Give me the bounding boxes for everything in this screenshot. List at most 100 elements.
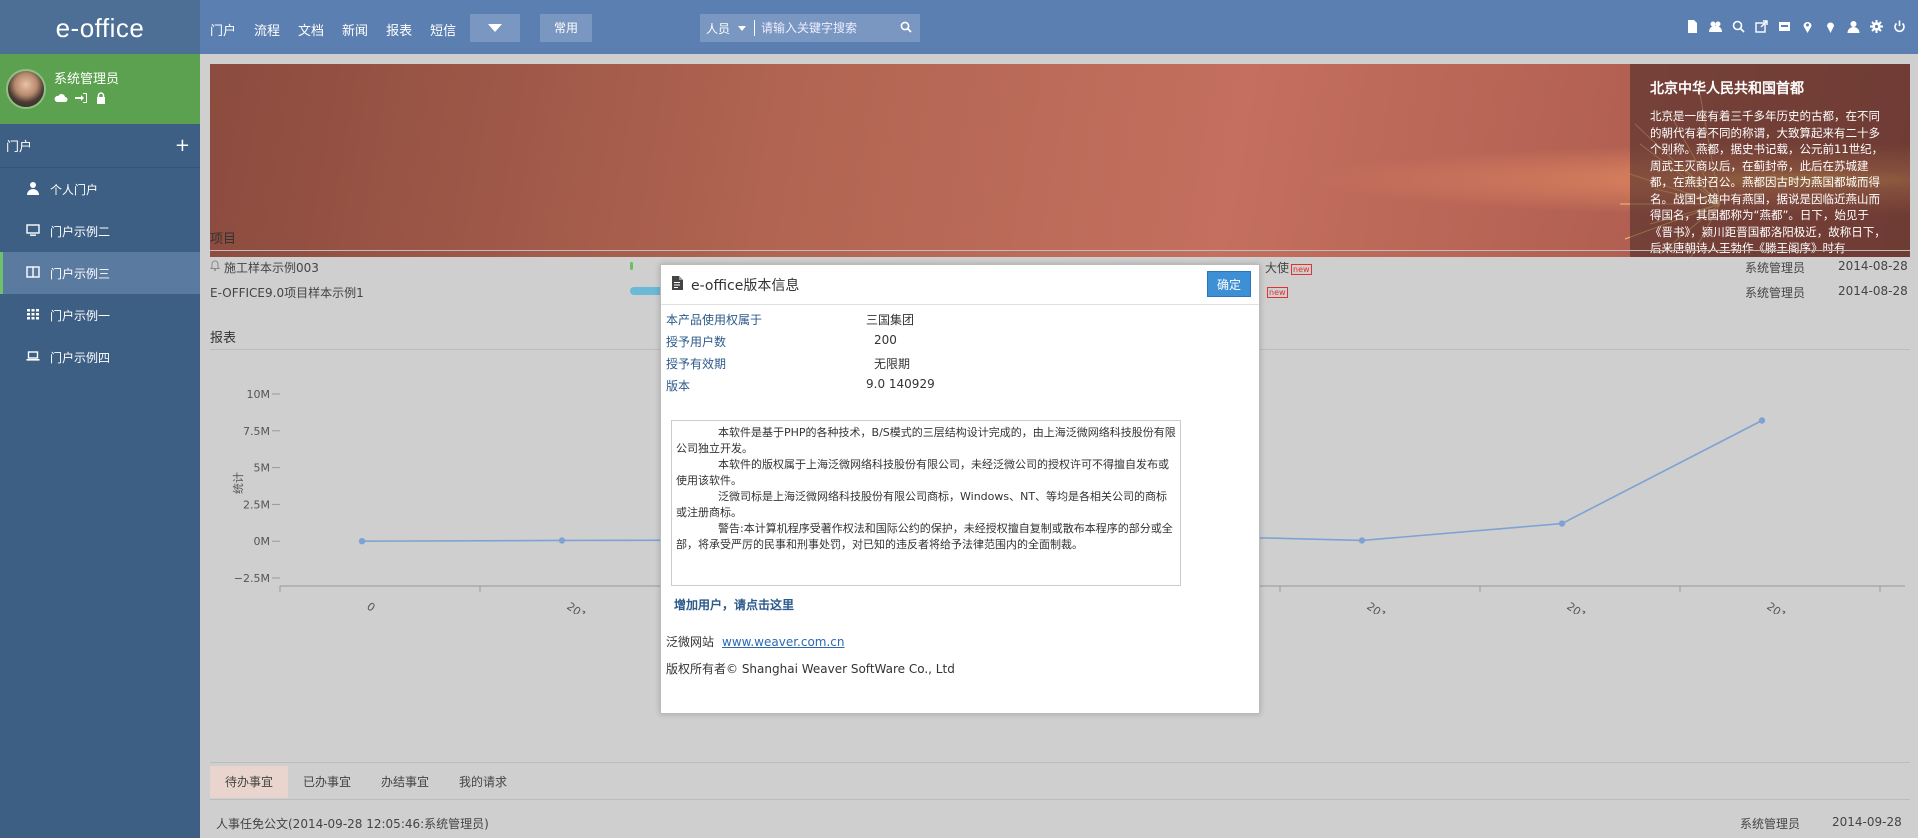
- top-navbar: 门户 流程 文档 新闻 报表 短信 常用 人员: [200, 0, 1918, 54]
- tab-1[interactable]: 待办事宜: [210, 766, 289, 798]
- dialog-field-value: 无限期: [874, 357, 911, 371]
- chevron-down-icon: [488, 24, 502, 32]
- x-tick-label: 2014-0: [1564, 600, 1603, 614]
- website-label: 泛微网站: [666, 635, 715, 649]
- search-scope-select[interactable]: 人员: [700, 20, 755, 36]
- more-menu-button[interactable]: [470, 14, 520, 42]
- sign-in-icon[interactable]: [74, 92, 88, 104]
- sidebar-item-2[interactable]: 门户示例二: [0, 210, 200, 252]
- file-icon[interactable]: [1686, 20, 1699, 33]
- dialog-field-label: 版本: [666, 379, 691, 393]
- bell-icon: [210, 260, 220, 274]
- sidebar-item-1[interactable]: 个人门户: [0, 168, 200, 210]
- user-panel: 系统管理员: [0, 54, 200, 124]
- tab-2[interactable]: 已办事宜: [288, 766, 366, 798]
- columns-icon: [26, 265, 40, 282]
- website-link[interactable]: www.weaver.com.cn: [722, 635, 844, 649]
- report-title: 报表: [210, 331, 237, 346]
- sidebar: e-office 系统管理员 门户 + 个人门户门户示例二门户示例三门户示例一门…: [0, 0, 200, 838]
- power-icon[interactable]: [1893, 20, 1906, 33]
- toolbar-icons: [1686, 20, 1906, 33]
- search-icon[interactable]: [1732, 20, 1745, 33]
- avatar[interactable]: [6, 69, 46, 109]
- menu-item[interactable]: 短信: [430, 20, 456, 39]
- dialog-field-value: 9.0 140929: [866, 377, 935, 391]
- sidebar-nav: 个人门户门户示例二门户示例三门户示例一门户示例四: [0, 168, 200, 378]
- menu-item[interactable]: 新闻: [342, 20, 368, 39]
- project-name[interactable]: E-OFFICE9.0项目样本示例1: [210, 284, 364, 301]
- dialog-field-label: 授予有效期: [666, 357, 727, 371]
- data-point[interactable]: [1558, 520, 1566, 527]
- sidebar-item-label: 门户示例四: [50, 350, 111, 365]
- inbox-icon[interactable]: [1778, 20, 1791, 33]
- data-point[interactable]: [358, 538, 366, 545]
- ok-button[interactable]: 确定: [1207, 271, 1251, 297]
- search-input[interactable]: [755, 21, 885, 35]
- website-row: 泛微网站 www.weaver.com.cn: [666, 633, 845, 650]
- news-banner[interactable]: 北京中华人民共和国首都 北京是一座有着三千多年历史的古都，在不同的朝代有着不同的…: [210, 64, 1910, 257]
- dialog-field-value: 200: [874, 333, 897, 347]
- license-text: 本软件是基于PHP的各种技术，B/S模式的三层结构设计完成的，由上海泛微网络科技…: [671, 420, 1181, 586]
- copyright-text: 版权所有者© Shanghai Weaver SoftWare Co., Ltd: [666, 662, 955, 676]
- y-tick-label: 2.5M: [243, 498, 270, 511]
- sidebar-item-4[interactable]: 门户示例一: [0, 294, 200, 336]
- data-point[interactable]: [1358, 537, 1366, 544]
- x-tick-label: 0: [364, 600, 377, 614]
- license-paragraph: 泛微司标是上海泛微网络科技股份有限公司商标，Windows、NT、等均是各相关公…: [676, 490, 1168, 519]
- todo-date: 2014-09-28: [1832, 815, 1902, 829]
- caret-down-icon: [738, 25, 747, 31]
- project-name[interactable]: 施工样本示例003: [224, 259, 319, 276]
- new-badge-icon: new: [1267, 287, 1288, 298]
- banner-text: 北京是一座有着三千多年历史的古都，在不同的朝代有着不同的称谓，大致算起来有二十多…: [1650, 109, 1886, 255]
- add-users-link[interactable]: 增加用户，请点击这里: [674, 596, 794, 613]
- divider: [210, 762, 1910, 763]
- todo-title[interactable]: 人事任免公文(2014-09-28 12:05:46:系统管理员): [216, 815, 489, 832]
- sidebar-item-label: 门户示例一: [50, 308, 111, 323]
- tab-3[interactable]: 办结事宜: [366, 766, 444, 798]
- project-news-link[interactable]: 大使 new: [1265, 259, 1312, 276]
- sidebar-item-3[interactable]: 门户示例三: [0, 252, 200, 294]
- tab-4[interactable]: 我的请求: [444, 766, 522, 798]
- menu-item[interactable]: 流程: [254, 20, 280, 39]
- app-logo[interactable]: e-office: [0, 0, 200, 54]
- divider: [210, 250, 1910, 251]
- add-portal-icon[interactable]: +: [175, 136, 190, 155]
- location-icon[interactable]: [1824, 20, 1837, 33]
- user-icon: [26, 181, 40, 198]
- search-icon[interactable]: [900, 21, 912, 36]
- task-tabs: 待办事宜 已办事宜 办结事宜 我的请求: [210, 766, 522, 798]
- projects-title: 项目: [210, 232, 237, 247]
- y-tick-label: −2.5M: [234, 572, 270, 585]
- banner-title[interactable]: 北京中华人民共和国首都: [1650, 78, 1890, 98]
- license-paragraph: 本软件是基于PHP的各种技术，B/S模式的三层结构设计完成的，由上海泛微网络科技…: [676, 426, 1176, 455]
- y-axis-label: 统计: [232, 472, 245, 494]
- sidebar-section-header: 门户 +: [0, 124, 200, 168]
- external-link-icon[interactable]: [1755, 20, 1768, 33]
- gear-icon[interactable]: [1870, 20, 1883, 33]
- common-button[interactable]: 常用: [540, 14, 592, 42]
- sidebar-item-5[interactable]: 门户示例四: [0, 336, 200, 378]
- data-point[interactable]: [558, 537, 566, 544]
- lock-icon[interactable]: [94, 92, 108, 104]
- todo-row[interactable]: 人事任免公文(2014-09-28 12:05:46:系统管理员) 系统管理员 …: [210, 809, 1910, 833]
- sidebar-item-label: 门户示例二: [50, 224, 111, 239]
- sidebar-item-label: 门户示例三: [50, 266, 111, 281]
- user-icon[interactable]: [1847, 20, 1860, 33]
- user-name[interactable]: 系统管理员: [54, 68, 119, 87]
- map-marker-icon[interactable]: [1801, 20, 1814, 33]
- todo-owner: 系统管理员: [1740, 817, 1801, 831]
- project-news-link[interactable]: new: [1265, 284, 1288, 298]
- license-paragraph: 本软件的版权属于上海泛微网络科技股份有限公司，未经泛微公司的授权许可不得擅自发布…: [676, 458, 1169, 487]
- menu-item[interactable]: 文档: [298, 20, 324, 39]
- data-point[interactable]: [1758, 417, 1766, 424]
- banner-caption: 北京中华人民共和国首都 北京是一座有着三千多年历史的古都，在不同的朝代有着不同的…: [1630, 64, 1910, 257]
- menu-item[interactable]: 报表: [386, 20, 412, 39]
- new-badge-icon: new: [1291, 264, 1312, 275]
- app-window: e-office 系统管理员 门户 + 个人门户 门户示例二 门户示例三 门户示例一门…: [0, 0, 1918, 838]
- users-icon[interactable]: [1709, 20, 1722, 33]
- project-date: 2014-08-28: [1838, 284, 1908, 298]
- menu-item[interactable]: 门户: [210, 20, 236, 39]
- x-tick-label: 2014-0: [564, 600, 603, 614]
- cloud-icon[interactable]: [54, 92, 68, 104]
- project-news-text: 大使: [1265, 261, 1290, 275]
